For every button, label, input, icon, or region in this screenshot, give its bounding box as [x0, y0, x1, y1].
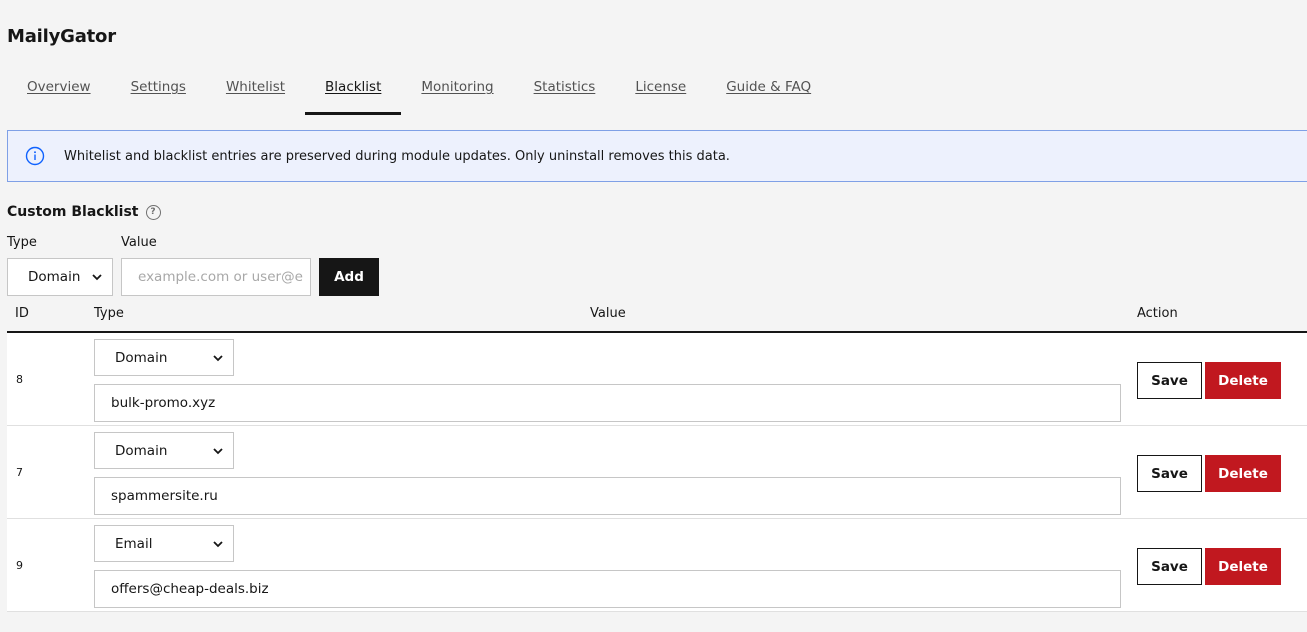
- info-notification: Whitelist and blacklist entries are pres…: [7, 130, 1307, 182]
- chevron-down-icon: [91, 271, 103, 283]
- tab-license[interactable]: License: [615, 64, 706, 115]
- row-value-input[interactable]: offers@cheap-deals.biz: [94, 570, 1121, 608]
- row-id: 7: [16, 466, 23, 479]
- delete-button[interactable]: Delete: [1205, 362, 1281, 399]
- new-entry-type-select[interactable]: Domain: [7, 258, 113, 296]
- save-button[interactable]: Save: [1137, 455, 1202, 492]
- row-id: 8: [16, 373, 23, 386]
- table-row: 9 Email offers@cheap-deals.biz Save Dele…: [7, 519, 1307, 612]
- save-button[interactable]: Save: [1137, 548, 1202, 585]
- column-header-id: ID: [15, 306, 29, 321]
- column-header-type: Type: [94, 306, 124, 321]
- row-type-select[interactable]: Email: [94, 525, 234, 562]
- tab-bar: Overview Settings Whitelist Blacklist Mo…: [7, 64, 831, 115]
- tab-whitelist[interactable]: Whitelist: [206, 64, 305, 115]
- row-id: 9: [16, 559, 23, 572]
- column-header-action: Action: [1137, 306, 1178, 321]
- row-type-value: Domain: [115, 349, 168, 366]
- delete-button[interactable]: Delete: [1205, 548, 1281, 585]
- new-entry-value-input[interactable]: example.com or user@e: [121, 258, 311, 296]
- tab-settings[interactable]: Settings: [111, 64, 206, 115]
- table-row: 8 Domain bulk-promo.xyz Save Delete: [7, 333, 1307, 426]
- tab-overview[interactable]: Overview: [7, 64, 111, 115]
- row-type-select[interactable]: Domain: [94, 432, 234, 469]
- chevron-down-icon: [212, 538, 224, 550]
- chevron-down-icon: [212, 352, 224, 364]
- table-row: 7 Domain spammersite.ru Save Delete: [7, 426, 1307, 519]
- row-type-value: Domain: [115, 442, 168, 459]
- delete-button[interactable]: Delete: [1205, 455, 1281, 492]
- notice-text: Whitelist and blacklist entries are pres…: [64, 148, 730, 164]
- section-title: Custom Blacklist: [7, 204, 139, 220]
- new-entry-type-value: Domain: [28, 269, 81, 285]
- chevron-down-icon: [212, 445, 224, 457]
- app-title: MailyGator: [7, 26, 116, 47]
- tab-statistics[interactable]: Statistics: [514, 64, 616, 115]
- section-heading: Custom Blacklist ?: [7, 204, 161, 220]
- row-value-input[interactable]: spammersite.ru: [94, 477, 1121, 515]
- tab-monitoring[interactable]: Monitoring: [401, 64, 513, 115]
- value-label: Value: [121, 235, 157, 250]
- row-value-input[interactable]: bulk-promo.xyz: [94, 384, 1121, 422]
- help-icon[interactable]: ?: [145, 204, 161, 220]
- save-button[interactable]: Save: [1137, 362, 1202, 399]
- info-circle-icon: [25, 146, 45, 166]
- type-label: Type: [7, 235, 37, 250]
- column-header-value: Value: [590, 306, 626, 321]
- row-type-select[interactable]: Domain: [94, 339, 234, 376]
- tab-guide-faq[interactable]: Guide & FAQ: [706, 64, 831, 115]
- add-button[interactable]: Add: [319, 258, 379, 296]
- page: MailyGator Overview Settings Whitelist B…: [0, 0, 1307, 632]
- tab-blacklist[interactable]: Blacklist: [305, 64, 402, 115]
- row-type-value: Email: [115, 535, 153, 552]
